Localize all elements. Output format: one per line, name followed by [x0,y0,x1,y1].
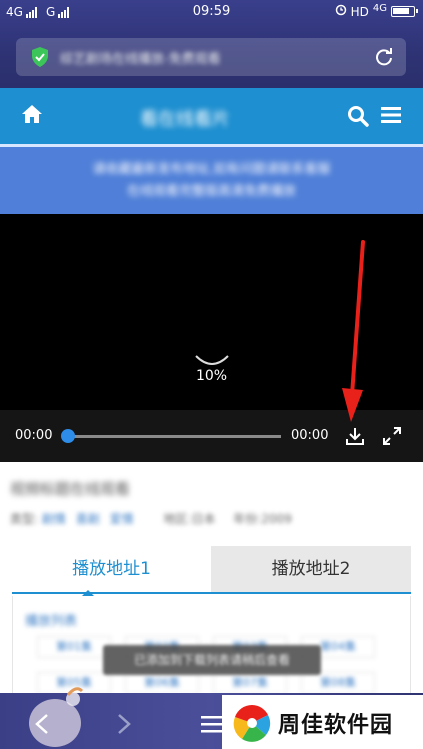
episode-button[interactable]: 第08集 [301,672,375,694]
watermark-logo-icon [233,705,271,742]
tab-label: 播放地址2 [271,559,351,579]
seek-knob[interactable] [61,429,75,443]
meta-tag[interactable]: 剧情 [42,510,66,527]
meta-region: 地区:日本 [163,512,216,526]
tab-play-source-1[interactable]: 播放地址1 [12,546,211,596]
back-icon[interactable] [34,713,50,735]
status-right: HD 4G [335,3,418,19]
seek-bar[interactable] [67,435,281,438]
play-source-tabs: 播放地址1 播放地址2 [12,546,411,596]
hd-label: HD [350,4,369,19]
search-icon[interactable] [347,105,369,127]
notice-banner: 请收藏最新发布地址,如有问题请联系客服 在线观看完整版高清免费播放 [0,144,423,214]
episode-button[interactable]: 第06集 [125,672,199,694]
episode-heading: 播放列表 [25,614,78,629]
url-text: 综艺剧场在线播放-免费观看 [60,52,221,64]
notice-line-1: 请收藏最新发布地址,如有问题请联系客服 [92,162,331,177]
tab-label: 播放地址1 [72,559,151,579]
battery-icon [391,6,418,17]
notice-line-2: 在线观看完整版高清免费播放 [126,184,296,199]
video-meta: 类型: 剧情 喜剧 爱情 地区:日本 年份:2009 [10,510,410,530]
network-label-right: 4G [372,3,387,14]
red-annotation-arrow [342,240,365,422]
status-bar: 4G G 09:59 HD 4G [0,0,423,26]
watermark-text: 周佳软件园 [278,713,394,738]
home-icon[interactable] [21,104,43,124]
meta-label: 类型: [10,512,39,526]
video-title: 视频标题在线观看 [10,480,131,498]
current-time: 00:00 [15,428,53,443]
secure-shield-icon [32,47,48,67]
mascot-illustration [29,687,84,747]
forward-icon[interactable] [116,713,132,735]
episode-button[interactable]: 第01集 [37,636,111,658]
alarm-icon [335,4,347,19]
reload-icon[interactable] [374,47,394,67]
duration: 00:00 [291,428,329,443]
address-bar[interactable]: 综艺剧场在线播放-免费观看 [16,38,406,76]
site-title: 看在线看片 [140,109,230,130]
loading-spinner-icon [195,355,229,365]
meta-year: 年份:2009 [233,512,292,526]
toast-message: 已添加到下载列表请稍后查看 [103,645,321,675]
tab-play-source-2[interactable]: 播放地址2 [211,546,411,592]
fullscreen-icon[interactable] [382,426,402,446]
watermark: 周佳软件园 [222,695,423,749]
meta-tag[interactable]: 喜剧 [76,510,100,527]
meta-tag[interactable]: 爱情 [110,510,134,527]
browser-menu-icon[interactable] [201,714,223,734]
site-header: 看在线看片 [0,88,423,144]
menu-icon[interactable] [381,106,401,124]
episode-button[interactable]: 第07集 [213,672,287,694]
